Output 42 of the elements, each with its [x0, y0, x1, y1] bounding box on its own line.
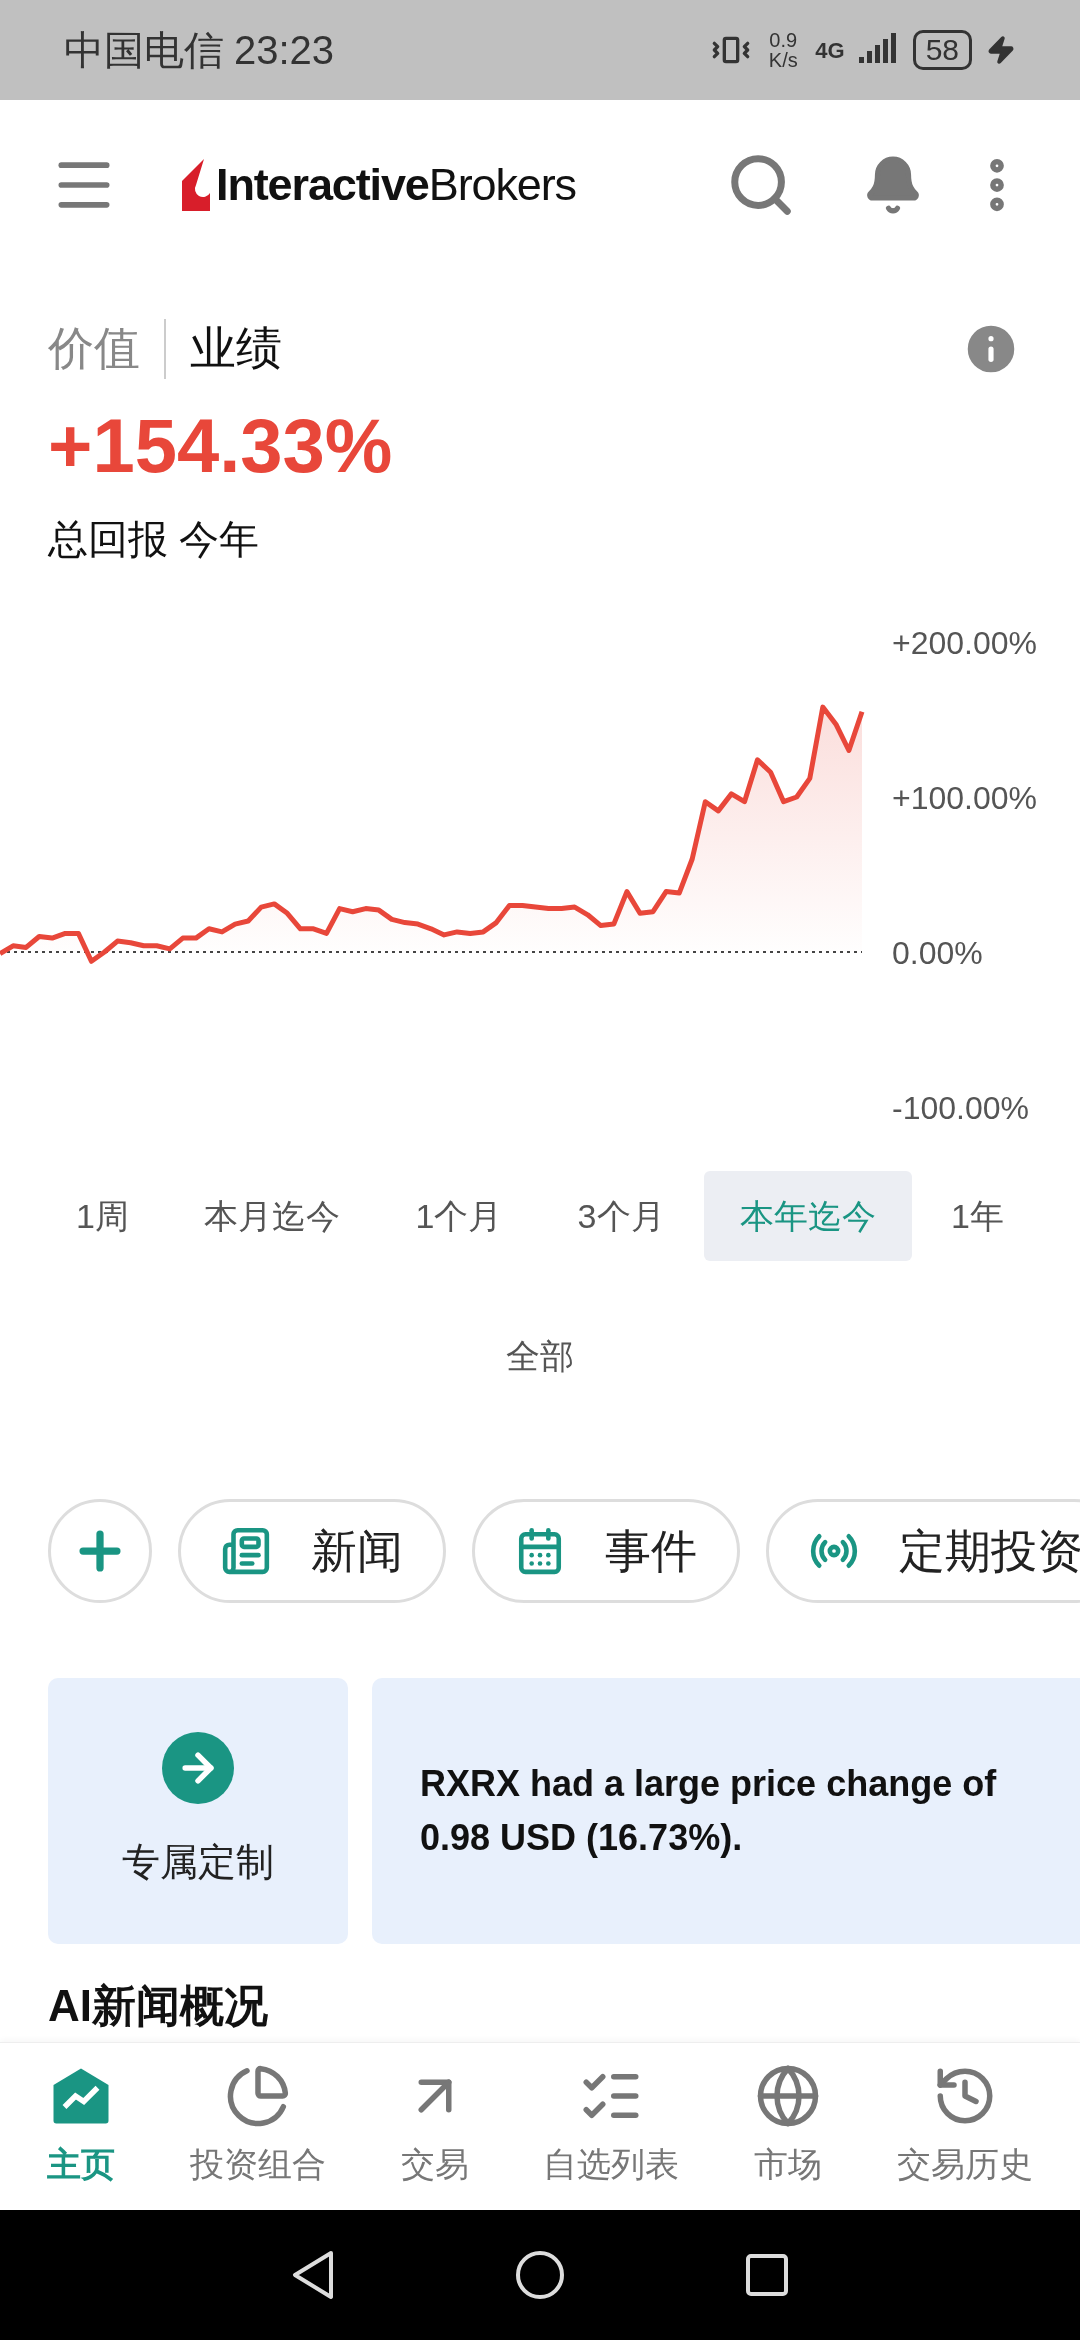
recents-icon[interactable] [745, 2253, 789, 2297]
view-tab[interactable]: 价值 [48, 314, 140, 383]
shortcut-chip[interactable]: 新闻 [178, 1499, 446, 1603]
logo-icon [182, 159, 210, 211]
add-button[interactable] [48, 1499, 152, 1603]
alert-text: RXRX had a large price change of 0.98 USD (16.73%). [420, 1762, 998, 1860]
return-value: +154.33% [47, 402, 394, 490]
back-icon[interactable] [291, 2249, 335, 2301]
shortcut-chip[interactable]: 定期投资 [766, 1499, 1080, 1603]
nav-tab[interactable]: 交易 [400, 2063, 469, 2190]
axis-label: +100.00% [892, 780, 1037, 816]
clock-text: 23:23 [234, 27, 335, 74]
pie-chart-icon [225, 2063, 291, 2129]
axis-label: 0.00% [892, 935, 983, 971]
nav-tab[interactable]: 主页 [47, 2063, 116, 2190]
axis-label: -100.00% [892, 1090, 1029, 1126]
range-tab[interactable]: 1周 [40, 1171, 165, 1261]
alert-card[interactable]: RXRX had a large price change of 0.98 USD (16.73%). [372, 1678, 1080, 1944]
shortcut-chip[interactable]: 事件 [472, 1499, 740, 1603]
section-title: AI新闻概况 [47, 1980, 269, 2032]
card-label: 专属定制 [122, 1839, 274, 1885]
charging-icon [986, 35, 1016, 65]
custom-card[interactable]: 专属定制 [48, 1678, 348, 1944]
range-tab[interactable]: 1个月 [379, 1171, 539, 1261]
nav-tab[interactable]: 自选列表 [543, 2063, 680, 2190]
battery-indicator: 58 [912, 30, 972, 70]
range-tab[interactable]: 全部 [470, 1311, 610, 1401]
range-tab[interactable]: 3个月 [541, 1171, 701, 1261]
logo-text: InteractiveBrokers [216, 158, 576, 213]
view-tab[interactable]: 业绩 [190, 314, 282, 383]
range-tab[interactable]: 本月迄今 [168, 1171, 377, 1261]
nav-tab[interactable]: 投资组合 [190, 2063, 326, 2190]
return-caption: 总回报 今年 [47, 516, 261, 563]
carrier-text: 中国电信 [64, 27, 224, 74]
speed-text: 0.9 K/s [767, 30, 799, 70]
nav-tab[interactable]: 市场 [753, 2063, 822, 2190]
network-text: 4G [815, 36, 845, 65]
nav-tab[interactable]: 交易历史 [896, 2063, 1033, 2190]
axis-label: +200.00% [892, 625, 1037, 661]
range-tab[interactable]: 1年 [915, 1171, 1040, 1261]
home-icon[interactable] [515, 2250, 565, 2300]
newspaper-icon [221, 1526, 271, 1576]
